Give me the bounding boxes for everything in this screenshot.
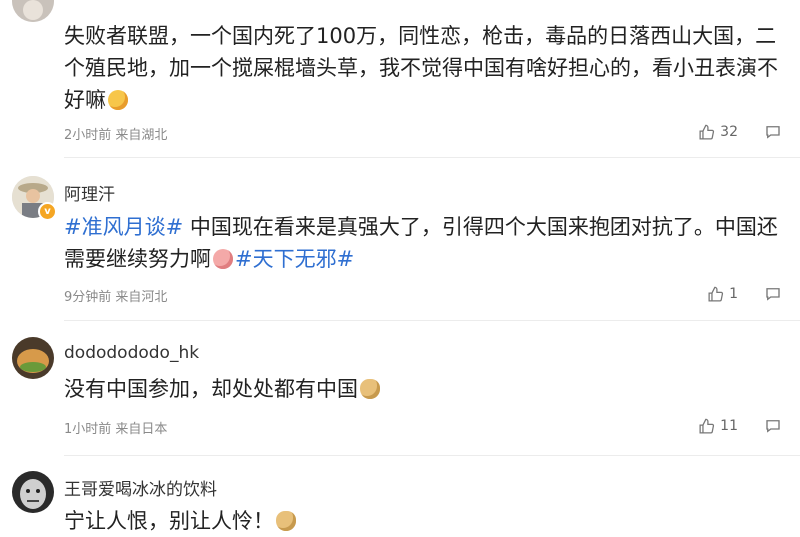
thumbs-up-icon xyxy=(708,286,724,302)
comment-meta: 2小时前 来自湖北 xyxy=(64,128,168,143)
like-button[interactable]: 11 xyxy=(698,418,738,435)
comment-actions: 1 xyxy=(707,284,782,304)
comment-item: 王哥爱喝冰冰的饮料 宁让人恨，别让人怜！ xyxy=(0,455,800,534)
comment-text-body: 没有中国参加，却处处都有中国 xyxy=(64,377,358,401)
like-count: 1 xyxy=(729,286,738,302)
comment-meta: 9分钟前 来自河北 xyxy=(64,290,168,305)
avatar[interactable] xyxy=(12,0,54,22)
doge-emoji-icon xyxy=(276,511,296,531)
thumbs-up-icon xyxy=(699,124,715,140)
thumbs-up-icon xyxy=(699,418,715,434)
reply-button[interactable] xyxy=(764,417,782,435)
username[interactable]: 阿理汗 xyxy=(64,180,115,205)
comment-text-body: 宁让人恨，别让人怜！ xyxy=(64,509,274,533)
username[interactable]: dododododo_hk xyxy=(64,343,199,363)
reply-button[interactable] xyxy=(764,123,782,141)
comment-text: #准风月谈# 中国现在看来是真强大了，引得四个大国来抱团对抗了。中国还需要继续努… xyxy=(64,211,784,275)
hashtag-link[interactable]: #准风月谈# xyxy=(64,215,183,239)
comment-meta: 1小时前 来自日本 xyxy=(64,422,168,437)
like-count: 11 xyxy=(720,418,738,434)
comment-actions: 32 xyxy=(698,122,782,142)
doge-emoji-icon xyxy=(360,379,380,399)
comment-bubble-icon xyxy=(766,288,780,301)
hashtag-link[interactable]: #天下无邪# xyxy=(235,247,354,271)
comment-item: v 阿理汗 #准风月谈# 中国现在看来是真强大了，引得四个大国来抱团对抗了。中国… xyxy=(0,158,800,321)
avatar[interactable] xyxy=(12,471,54,513)
like-button[interactable]: 1 xyxy=(707,286,738,303)
comment-item: 失败者联盟，一个国内死了100万，同性恋，枪击，毒品的日落西山大国，二个殖民地，… xyxy=(0,0,800,158)
comment-text: 失败者联盟，一个国内死了100万，同性恋，枪击，毒品的日落西山大国，二个殖民地，… xyxy=(64,20,784,116)
avatar[interactable] xyxy=(12,337,54,379)
comment-item: dododododo_hk 没有中国参加，却处处都有中国 1小时前 来自日本 1… xyxy=(0,321,800,456)
comment-text: 没有中国参加，却处处都有中国 xyxy=(64,373,784,405)
comment-text: 宁让人恨，别让人怜！ xyxy=(64,505,784,537)
verified-badge-icon: v xyxy=(38,202,57,221)
like-button[interactable]: 32 xyxy=(698,124,738,141)
comment-bubble-icon xyxy=(766,126,780,139)
comment-text-body: 失败者联盟，一个国内死了100万，同性恋，枪击，毒品的日落西山大国，二个殖民地，… xyxy=(64,24,778,112)
pig-emoji-icon xyxy=(213,249,233,269)
username[interactable]: 王哥爱喝冰冰的饮料 xyxy=(64,475,217,500)
comment-bubble-icon xyxy=(766,420,780,433)
comment-actions: 11 xyxy=(698,416,782,436)
like-count: 32 xyxy=(720,124,738,140)
reply-button[interactable] xyxy=(764,285,782,303)
yum-emoji-icon xyxy=(108,90,128,110)
